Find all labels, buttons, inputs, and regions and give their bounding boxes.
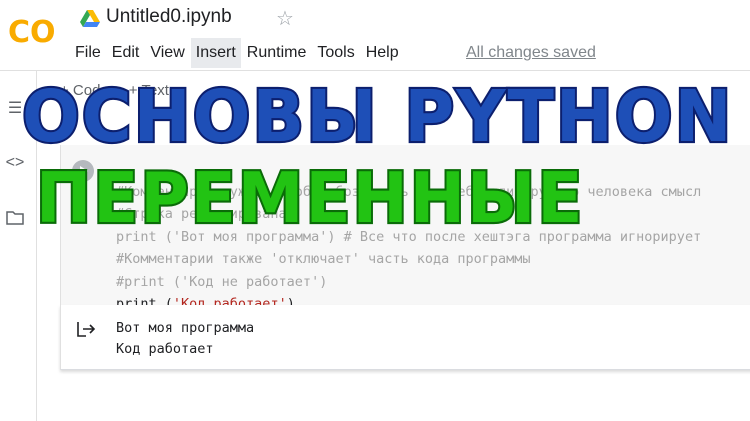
notebook-title[interactable]: Untitled0.ipynb xyxy=(106,6,232,28)
code-line: #print ('Код не работает') xyxy=(116,273,328,290)
headline-python-basics: ОСНОВЫ PYTHON xyxy=(20,74,734,161)
output-text: Вот моя программа Код работает xyxy=(116,318,254,360)
output-line: Код работает xyxy=(116,341,214,357)
menu-view[interactable]: View xyxy=(145,38,189,68)
code-line: #Комментарии также 'отключает' часть код… xyxy=(116,251,531,267)
star-icon[interactable]: ☆ xyxy=(276,6,294,31)
menu-bar: File Edit View Insert Runtime Tools Help xyxy=(70,38,405,68)
headline-variables: ПЕРЕМЕННЫЕ xyxy=(34,156,585,241)
colab-logo-icon[interactable]: CO xyxy=(6,14,58,48)
menu-file[interactable]: File xyxy=(70,38,106,68)
menu-runtime[interactable]: Runtime xyxy=(242,38,312,68)
menu-insert[interactable]: Insert xyxy=(190,38,241,68)
output-arrow-icon[interactable] xyxy=(76,320,96,338)
menu-edit[interactable]: Edit xyxy=(107,38,145,68)
menu-help[interactable]: Help xyxy=(361,38,404,68)
save-status-link[interactable]: All changes saved xyxy=(466,44,596,62)
google-drive-icon xyxy=(80,10,100,27)
menu-tools[interactable]: Tools xyxy=(312,38,359,68)
output-line: Вот моя программа xyxy=(116,320,255,336)
app-header: CO Untitled0.ipynb ☆ File Edit View Inse… xyxy=(0,0,750,71)
logo-text: CO xyxy=(8,15,56,48)
files-folder-icon[interactable] xyxy=(4,209,26,229)
